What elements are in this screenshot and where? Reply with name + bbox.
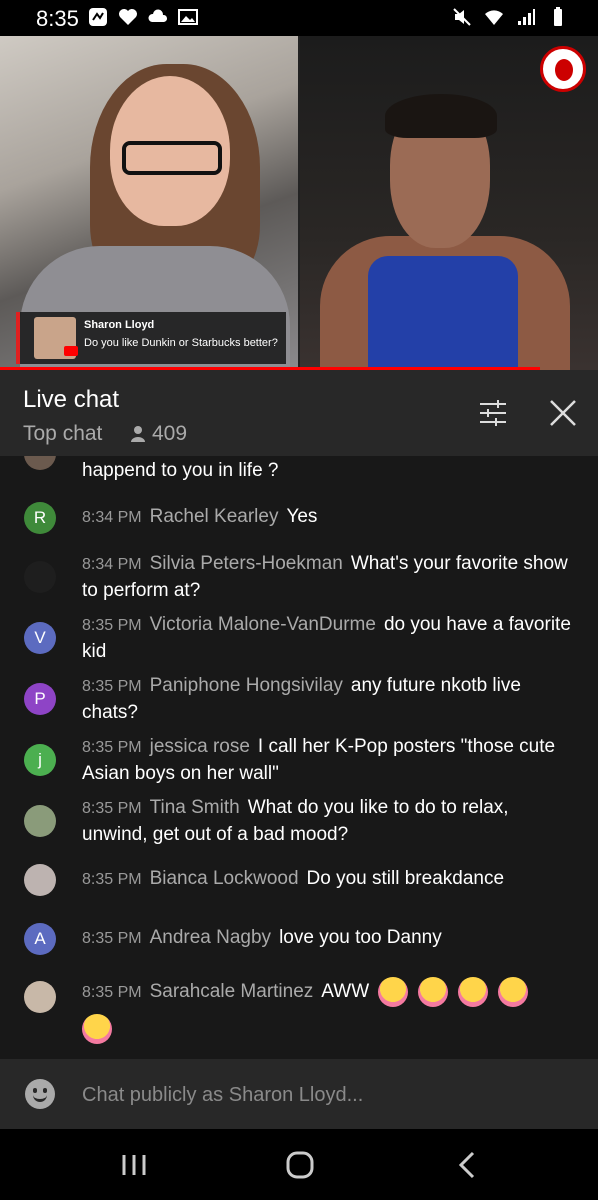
image-icon bbox=[178, 9, 198, 25]
message-author[interactable]: Andrea Nagby bbox=[150, 927, 271, 948]
viewer-count-value: 409 bbox=[152, 422, 188, 445]
heart-hug-emoji-icon bbox=[418, 976, 449, 1007]
message-timestamp: 8:35 PM bbox=[82, 678, 142, 695]
signal-icon bbox=[518, 9, 535, 25]
user-avatar[interactable]: A bbox=[24, 923, 56, 955]
message-text: happend to you in life ? bbox=[82, 460, 279, 481]
youtube-icon bbox=[64, 346, 78, 356]
battery-icon bbox=[554, 7, 562, 26]
user-avatar[interactable] bbox=[24, 981, 56, 1013]
message-timestamp: 8:35 PM bbox=[82, 617, 142, 634]
message-timestamp: 8:34 PM bbox=[82, 556, 142, 573]
filter-sliders-icon[interactable] bbox=[478, 400, 508, 426]
message-timestamp: 8:35 PM bbox=[82, 930, 142, 947]
recent-apps-icon[interactable] bbox=[114, 1149, 154, 1181]
chat-input[interactable] bbox=[82, 1081, 562, 1109]
app-notification-icon bbox=[89, 8, 107, 26]
live-video-player[interactable]: Sharon Lloyd Do you like Dunkin or Starb… bbox=[0, 36, 598, 370]
user-avatar[interactable]: j bbox=[24, 744, 56, 776]
message-text: Do you still breakdance bbox=[306, 868, 505, 889]
message-text: Yes bbox=[286, 506, 318, 527]
user-avatar[interactable] bbox=[24, 864, 56, 896]
viewer-count: 409 bbox=[130, 422, 187, 446]
chat-input-bar bbox=[0, 1059, 598, 1129]
person-icon bbox=[131, 426, 145, 442]
status-bar: 8:35 bbox=[0, 0, 598, 36]
chat-title: Live chat bbox=[23, 386, 120, 413]
message-timestamp: 8:35 PM bbox=[82, 984, 142, 1001]
message-timestamp: 8:35 PM bbox=[82, 871, 142, 888]
guest-tank-top bbox=[368, 256, 518, 370]
message-author[interactable]: jessica rose bbox=[150, 736, 250, 757]
close-icon[interactable] bbox=[548, 398, 578, 428]
heart-hug-emoji-icon bbox=[458, 976, 489, 1007]
message-timestamp: 8:34 PM bbox=[82, 509, 142, 526]
message-author[interactable]: Paniphone Hongsivilay bbox=[150, 675, 343, 696]
user-avatar[interactable]: R bbox=[24, 502, 56, 534]
channel-logo bbox=[540, 46, 586, 92]
wifi-icon bbox=[485, 10, 503, 25]
message-author[interactable]: Sarahcale Martinez bbox=[150, 981, 314, 1002]
message-text: What do you like to do to relax, unwind,… bbox=[82, 797, 509, 845]
heart-hug-emoji-icon bbox=[82, 1013, 112, 1044]
message-author[interactable]: Silvia Peters-Hoekman bbox=[150, 553, 343, 574]
message-text: love you too Danny bbox=[279, 927, 442, 948]
glasses bbox=[122, 141, 222, 175]
notification-icons bbox=[88, 7, 198, 27]
chat-message-list[interactable]: happend to you in life ? R 8:34 PM Rachel… bbox=[0, 456, 598, 1059]
heart-icon bbox=[119, 9, 137, 25]
home-icon[interactable] bbox=[280, 1149, 320, 1181]
emoji-picker-icon[interactable] bbox=[25, 1079, 55, 1109]
mute-icon bbox=[453, 8, 471, 26]
message-text: AWW bbox=[321, 981, 370, 1002]
back-icon[interactable] bbox=[448, 1149, 488, 1181]
lower-third-comment: Sharon Lloyd Do you like Dunkin or Starb… bbox=[16, 312, 286, 364]
system-icons bbox=[452, 7, 568, 27]
guest-hair bbox=[385, 94, 497, 138]
user-avatar[interactable] bbox=[24, 561, 56, 593]
cloud-icon bbox=[148, 9, 168, 22]
heart-hug-emoji-icon bbox=[498, 976, 529, 1007]
status-time: 8:35 bbox=[36, 6, 79, 31]
message-author[interactable]: Victoria Malone-VanDurme bbox=[150, 614, 376, 635]
user-avatar[interactable]: P bbox=[24, 683, 56, 715]
user-avatar[interactable] bbox=[24, 805, 56, 837]
user-avatar[interactable] bbox=[24, 456, 56, 470]
commenter-name: Sharon Lloyd bbox=[84, 319, 155, 331]
chat-mode-dropdown[interactable]: Top chat bbox=[23, 422, 102, 446]
heart-hug-emoji-icon bbox=[378, 976, 409, 1007]
message-author[interactable]: Bianca Lockwood bbox=[150, 868, 299, 889]
chat-header: Live chat Top chat 409 bbox=[0, 370, 598, 456]
system-nav-bar bbox=[0, 1129, 598, 1200]
message-timestamp: 8:35 PM bbox=[82, 739, 142, 756]
message-author[interactable]: Rachel Kearley bbox=[150, 506, 279, 527]
user-avatar[interactable]: V bbox=[24, 622, 56, 654]
commenter-message: Do you like Dunkin or Starbucks better? bbox=[84, 337, 278, 349]
message-author[interactable]: Tina Smith bbox=[150, 797, 240, 818]
message-timestamp: 8:35 PM bbox=[82, 800, 142, 817]
